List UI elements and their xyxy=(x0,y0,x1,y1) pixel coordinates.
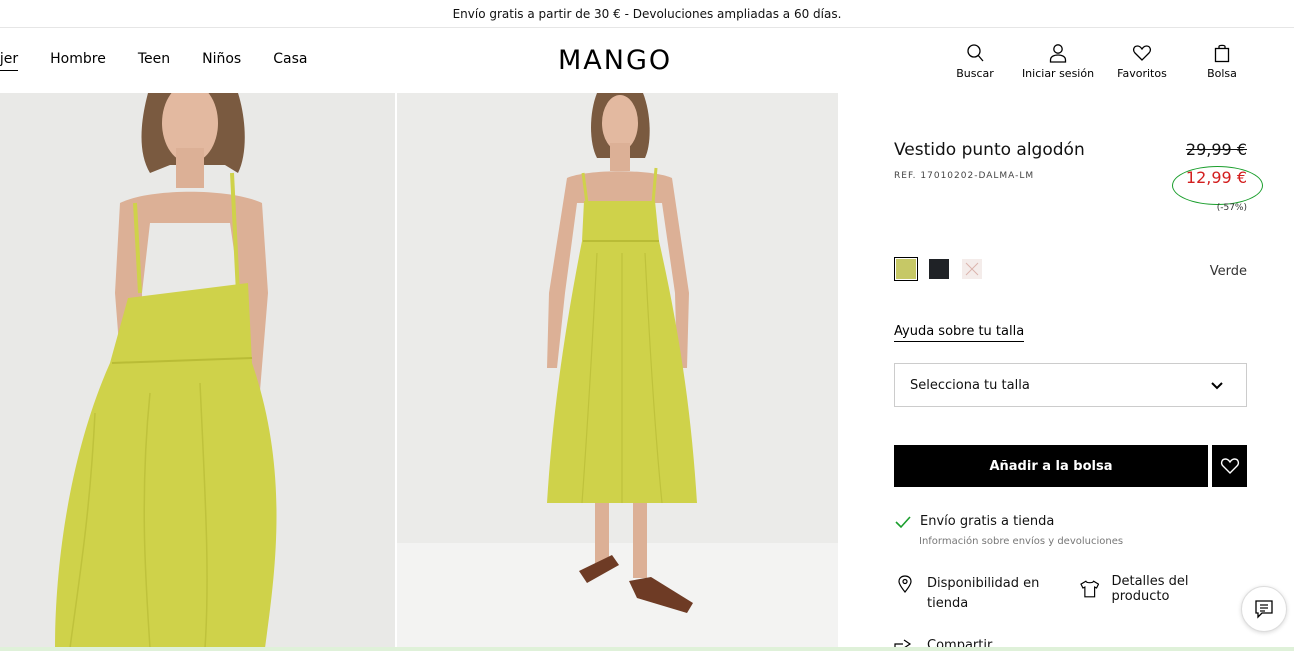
bag-icon xyxy=(1214,44,1230,63)
nav-item-teen[interactable]: Teen xyxy=(138,51,170,71)
unavailable-cross-icon xyxy=(965,262,979,276)
check-icon xyxy=(895,515,911,528)
add-favorite-button[interactable] xyxy=(1212,445,1247,487)
chat-icon xyxy=(1255,600,1273,619)
swatch-black[interactable] xyxy=(929,259,949,279)
nav-item-casa[interactable]: Casa xyxy=(273,51,307,71)
product-image-full[interactable] xyxy=(397,93,838,648)
header-actions: Buscar Iniciar sesión Favoritos Bolsa xyxy=(945,43,1247,80)
product-name: Vestido punto algodón xyxy=(894,140,1085,160)
model-dress-illustration xyxy=(0,93,395,648)
size-help-link[interactable]: Ayuda sobre tu talla xyxy=(894,324,1025,342)
site-header: ujer Hombre Teen Niños Casa MANGO Buscar… xyxy=(0,29,1294,93)
color-swatches xyxy=(894,257,995,281)
location-pin-icon xyxy=(898,575,912,593)
shipping-label: Envío gratis a tienda xyxy=(920,514,1055,529)
swatch-unavailable[interactable] xyxy=(962,259,982,279)
nav-item-hombre[interactable]: Hombre xyxy=(50,51,106,71)
heart-icon xyxy=(1132,45,1152,61)
main-nav: ujer Hombre Teen Niños Casa xyxy=(0,51,307,71)
swatch-green[interactable] xyxy=(894,257,918,281)
favorites-label: Favoritos xyxy=(1117,67,1167,80)
search-button[interactable]: Buscar xyxy=(945,43,1005,80)
heart-icon xyxy=(1220,458,1239,474)
product-image-front[interactable] xyxy=(0,93,395,648)
size-select[interactable]: Selecciona tu talla xyxy=(894,363,1247,407)
user-icon xyxy=(1049,44,1067,63)
size-select-label: Selecciona tu talla xyxy=(910,377,1030,393)
product-gallery xyxy=(0,93,838,648)
store-availability-link[interactable]: Disponibilidad en tienda xyxy=(894,574,1064,614)
product-details-link[interactable]: Detalles del producto xyxy=(1080,574,1247,604)
search-label: Buscar xyxy=(956,67,994,80)
chat-button[interactable] xyxy=(1241,586,1287,632)
nav-item-mujer[interactable]: ujer xyxy=(0,51,19,71)
promo-banner: Envío gratis a partir de 30 € - Devoluci… xyxy=(0,0,1294,28)
details-label: Detalles del producto xyxy=(1111,574,1189,604)
add-to-bag-button[interactable]: Añadir a la bolsa xyxy=(894,445,1208,487)
favorites-button[interactable]: Favoritos xyxy=(1107,43,1177,80)
login-label: Iniciar sesión xyxy=(1021,67,1095,80)
selected-color-name: Verde xyxy=(1209,264,1247,279)
chevron-down-icon xyxy=(1211,382,1223,390)
shipping-info: Envío gratis a tienda xyxy=(894,514,1054,529)
product-ref: REF. 17010202-DALMA-LM xyxy=(894,171,1035,181)
bag-button[interactable]: Bolsa xyxy=(1197,43,1247,80)
mango-logo[interactable]: MANGO xyxy=(558,45,672,76)
login-button[interactable]: Iniciar sesión xyxy=(1013,43,1103,80)
tshirt-icon xyxy=(1080,580,1100,598)
nav-item-ninos[interactable]: Niños xyxy=(202,51,241,71)
price-highlight-circle xyxy=(1172,166,1263,205)
shipping-info-link[interactable]: Información sobre envíos y devoluciones xyxy=(919,536,1123,547)
promo-text: Envío gratis a partir de 30 € - Devoluci… xyxy=(452,6,842,21)
availability-label: Disponibilidad en tienda xyxy=(927,576,1040,611)
discount-badge: (-57%) xyxy=(1216,203,1247,213)
bottom-status-bar xyxy=(0,647,1294,651)
old-price: 29,99 € xyxy=(1185,140,1247,159)
bag-label: Bolsa xyxy=(1207,67,1237,80)
model-full-illustration xyxy=(397,93,838,648)
search-icon xyxy=(967,44,984,62)
